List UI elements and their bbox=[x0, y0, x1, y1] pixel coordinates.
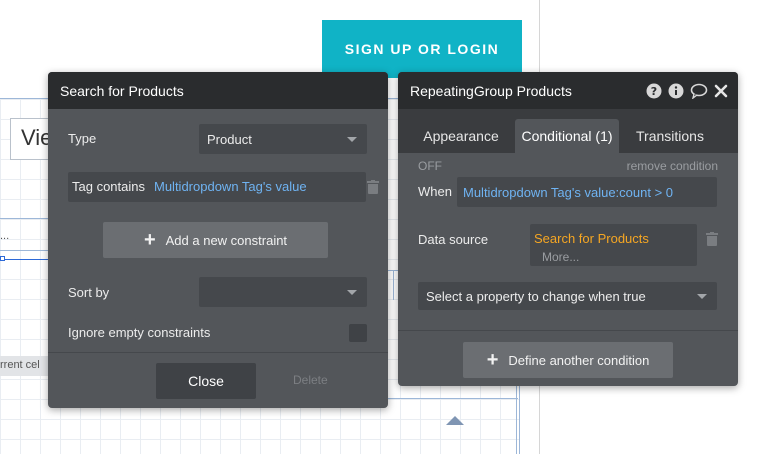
constraint-expression[interactable]: Multidropdown Tag's value bbox=[154, 179, 307, 194]
data-source-field[interactable]: Search for Products More... bbox=[530, 224, 697, 266]
when-expression[interactable]: Multidropdown Tag's value:count > 0 bbox=[463, 185, 673, 200]
type-dropdown-value: Product bbox=[207, 131, 252, 147]
add-constraint-label: Add a new constraint bbox=[165, 232, 288, 248]
add-constraint-button[interactable]: + Add a new constraint bbox=[103, 222, 328, 258]
when-label: When bbox=[418, 184, 452, 199]
resize-handle[interactable] bbox=[0, 256, 5, 261]
remove-condition-link[interactable]: remove condition bbox=[627, 159, 718, 173]
rg-panel-title: RepeatingGroup Products bbox=[410, 82, 572, 99]
canvas-element-border bbox=[388, 398, 518, 399]
constraint-row[interactable]: Tag contains Multidropdown Tag's value bbox=[68, 172, 366, 202]
chevron-down-icon bbox=[697, 294, 707, 299]
search-panel-footer: Close Delete bbox=[48, 352, 388, 408]
canvas-selection-line bbox=[0, 259, 48, 260]
close-icon[interactable] bbox=[714, 84, 728, 98]
comment-icon[interactable] bbox=[690, 83, 708, 99]
search-panel-title: Search for Products bbox=[60, 82, 184, 99]
canvas-element-border bbox=[393, 270, 394, 300]
rg-tabbar: Appearance Conditional (1) Transitions bbox=[398, 109, 738, 153]
canvas-dots: ... bbox=[0, 230, 10, 242]
sort-by-dropdown[interactable] bbox=[199, 277, 367, 307]
ignore-empty-checkbox[interactable] bbox=[349, 324, 367, 342]
condition-off-toggle[interactable]: OFF bbox=[418, 159, 442, 173]
plus-icon: + bbox=[143, 229, 156, 251]
search-panel-header[interactable]: Search for Products bbox=[48, 72, 388, 109]
trash-icon[interactable] bbox=[706, 232, 718, 246]
data-source-label: Data source bbox=[418, 232, 489, 247]
canvas-cell-chip[interactable]: rrent cel bbox=[0, 356, 48, 376]
property-select-dropdown[interactable]: Select a property to change when true bbox=[418, 282, 717, 310]
search-for-products-panel: Search for Products Type Product Tag con… bbox=[48, 72, 388, 408]
type-label: Type bbox=[68, 131, 97, 146]
rg-header-icons: ? bbox=[640, 83, 728, 99]
delete-button[interactable]: Delete bbox=[293, 373, 328, 387]
help-icon[interactable]: ? bbox=[646, 83, 662, 99]
define-condition-button[interactable]: + Define another condition bbox=[463, 342, 673, 378]
data-source-expression[interactable]: Search for Products bbox=[534, 231, 697, 246]
define-condition-label: Define another condition bbox=[508, 352, 650, 368]
tab-conditional[interactable]: Conditional (1) bbox=[515, 119, 619, 153]
scroll-up-arrow-icon[interactable] bbox=[446, 416, 464, 425]
chevron-down-icon bbox=[347, 290, 357, 295]
canvas-element-border bbox=[516, 386, 517, 454]
ignore-empty-label: Ignore empty constraints bbox=[68, 325, 211, 340]
constraint-field-label: Tag contains bbox=[72, 179, 145, 194]
trash-icon[interactable] bbox=[367, 180, 379, 194]
when-expression-field[interactable]: Multidropdown Tag's value:count > 0 bbox=[457, 177, 717, 207]
canvas-element-border bbox=[0, 250, 48, 251]
sort-by-label: Sort by bbox=[68, 285, 110, 300]
divider bbox=[398, 330, 738, 331]
signup-login-button[interactable]: SIGN UP OR LOGIN bbox=[322, 20, 522, 78]
plus-icon: + bbox=[486, 349, 499, 371]
tab-transitions[interactable]: Transitions bbox=[628, 119, 712, 153]
canvas-element-border bbox=[0, 218, 48, 219]
type-dropdown[interactable]: Product bbox=[199, 124, 367, 154]
close-button[interactable]: Close bbox=[156, 363, 256, 399]
svg-text:?: ? bbox=[651, 85, 657, 98]
property-select-placeholder: Select a property to change when true bbox=[426, 288, 646, 304]
chevron-down-icon bbox=[347, 137, 357, 142]
more-link[interactable]: More... bbox=[542, 250, 697, 264]
repeatinggroup-products-panel: RepeatingGroup Products ? Appearance Con… bbox=[398, 72, 738, 386]
info-icon[interactable] bbox=[668, 83, 684, 99]
tab-appearance[interactable]: Appearance bbox=[416, 119, 506, 153]
